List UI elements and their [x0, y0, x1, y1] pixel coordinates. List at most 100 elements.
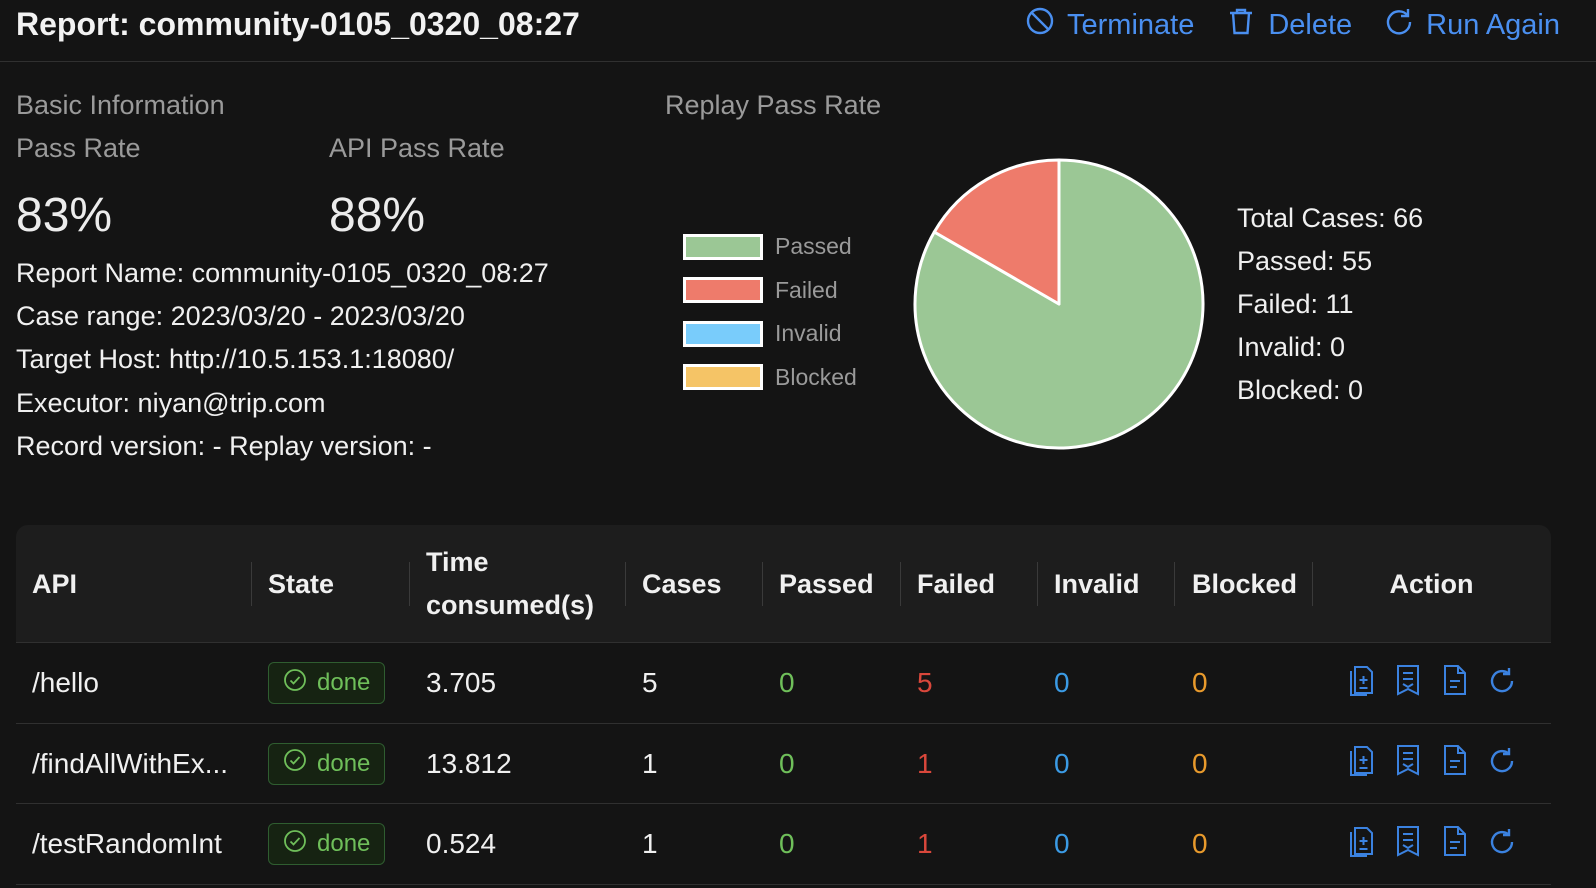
total-passed: Passed: 55 — [1237, 246, 1373, 276]
api-pass-rate-value: 88% — [329, 189, 426, 242]
diff-report-icon[interactable] — [1347, 824, 1375, 865]
case-list-icon[interactable] — [1394, 743, 1422, 784]
col-cases: Cases — [642, 568, 722, 599]
rerun-icon[interactable] — [1488, 824, 1516, 865]
total-cases: Total Cases: 66 — [1237, 203, 1424, 233]
col-time: Time consumed(s) — [426, 547, 595, 620]
versions: Record version: - Replay version: - — [16, 431, 432, 461]
delete-label: Delete — [1268, 8, 1353, 41]
legend-item-invalid[interactable]: Invalid — [683, 312, 857, 356]
blocked-count-cell: 0 — [1192, 828, 1208, 859]
check-circle-icon — [283, 668, 307, 699]
document-icon[interactable] — [1441, 663, 1469, 704]
replay-pie-chart — [913, 158, 1205, 450]
blocked-count-cell: 0 — [1192, 747, 1208, 779]
state-cell: done — [268, 724, 386, 804]
col-blocked: Blocked — [1192, 568, 1298, 599]
passed-count-cell: 0 — [779, 828, 795, 859]
case-list-icon[interactable] — [1394, 824, 1422, 865]
state-cell: done — [268, 804, 386, 884]
legend-item-failed[interactable]: Failed — [683, 269, 857, 313]
trash-icon — [1226, 6, 1256, 44]
target-host: Target Host: http://10.5.153.1:18080/ — [16, 344, 455, 374]
basic-info-heading: Basic Information — [16, 90, 225, 120]
failed-count-cell: 5 — [917, 667, 933, 698]
action-cell — [1347, 724, 1516, 804]
legend-swatch-passed — [683, 233, 763, 260]
time-consumed-cell: 13.812 — [426, 747, 512, 779]
col-separator — [762, 562, 763, 606]
cases-cell: 1 — [642, 828, 658, 859]
col-state: State — [268, 568, 335, 599]
legend-item-blocked[interactable]: Blocked — [683, 356, 857, 400]
col-failed: Failed — [917, 568, 996, 599]
legend-swatch-invalid — [683, 320, 763, 347]
cases-cell: 1 — [642, 747, 658, 779]
legend-label-blocked: Blocked — [775, 363, 857, 390]
state-label: done — [317, 669, 371, 696]
api-path-cell: /hello — [32, 667, 99, 698]
header-actions: Terminate Delete Run Again — [1025, 6, 1560, 44]
legend-label-invalid: Invalid — [775, 320, 842, 347]
run-again-label: Run Again — [1426, 8, 1560, 41]
check-circle-icon — [283, 829, 307, 860]
total-invalid: Invalid: 0 — [1237, 332, 1346, 362]
pass-rate-value: 83% — [16, 189, 113, 242]
time-consumed-cell: 3.705 — [426, 667, 497, 698]
api-pass-rate-label: API Pass Rate — [329, 133, 505, 163]
executor: Executor: niyan@trip.com — [16, 388, 326, 418]
invalid-count-cell: 0 — [1054, 828, 1070, 859]
state-label: done — [317, 749, 371, 777]
run-again-button[interactable]: Run Again — [1384, 6, 1560, 44]
check-circle-icon — [283, 748, 307, 779]
delete-button[interactable]: Delete — [1226, 6, 1352, 44]
api-path-cell: /testRandomInt — [32, 828, 222, 859]
rerun-icon[interactable] — [1488, 663, 1516, 704]
rerun-icon[interactable] — [1488, 743, 1516, 784]
case-list-icon[interactable] — [1394, 663, 1422, 704]
status-badge: done — [268, 662, 386, 704]
col-separator — [1037, 562, 1038, 606]
case-range: Case range: 2023/03/20 - 2023/03/20 — [16, 301, 465, 331]
chart-legend: Passed Failed Invalid Blocked — [683, 225, 857, 399]
diff-report-icon[interactable] — [1347, 743, 1375, 784]
legend-label-passed: Passed — [775, 233, 852, 260]
state-label: done — [317, 830, 371, 857]
pass-rate-label: Pass Rate — [16, 133, 141, 163]
cases-cell: 5 — [642, 667, 658, 698]
api-results-table: API State Time consumed(s) Cases Passed … — [16, 525, 1551, 888]
blocked-count-cell: 0 — [1192, 667, 1208, 698]
col-separator — [251, 562, 252, 606]
state-cell: done — [268, 643, 386, 723]
diff-report-icon[interactable] — [1347, 663, 1375, 704]
terminate-label: Terminate — [1067, 8, 1195, 41]
replay-pass-rate-heading: Replay Pass Rate — [665, 90, 882, 120]
time-consumed-cell: 0.524 — [426, 828, 497, 859]
col-action: Action — [1389, 568, 1474, 599]
report-name: Report Name: community-0105_0320_08:27 — [16, 258, 549, 288]
stop-icon — [1025, 6, 1055, 44]
invalid-count-cell: 0 — [1054, 747, 1070, 779]
col-separator — [1174, 562, 1175, 606]
failed-count-cell: 1 — [917, 747, 933, 779]
redo-icon — [1384, 6, 1414, 44]
passed-count-cell: 0 — [779, 747, 795, 779]
total-blocked: Blocked: 0 — [1237, 375, 1364, 405]
status-badge: done — [268, 742, 386, 785]
status-badge: done — [268, 823, 386, 865]
col-separator — [409, 562, 410, 606]
page-title: Report: community-0105_0320_08:27 — [16, 6, 580, 42]
invalid-count-cell: 0 — [1054, 667, 1070, 698]
col-invalid: Invalid — [1054, 568, 1140, 599]
total-failed: Failed: 11 — [1237, 289, 1354, 319]
legend-item-passed[interactable]: Passed — [683, 225, 857, 269]
action-cell — [1347, 804, 1516, 884]
table-header: API State Time consumed(s) Cases Passed … — [16, 525, 1551, 643]
api-path-cell: /findAllWithEx... — [32, 747, 229, 779]
table-row: /testRandomInt done 0.524 1 0 1 0 0 — [16, 804, 1551, 885]
terminate-button[interactable]: Terminate — [1025, 6, 1194, 44]
document-icon[interactable] — [1441, 824, 1469, 865]
col-passed: Passed — [779, 568, 874, 599]
document-icon[interactable] — [1441, 743, 1469, 784]
legend-label-failed: Failed — [775, 276, 838, 303]
